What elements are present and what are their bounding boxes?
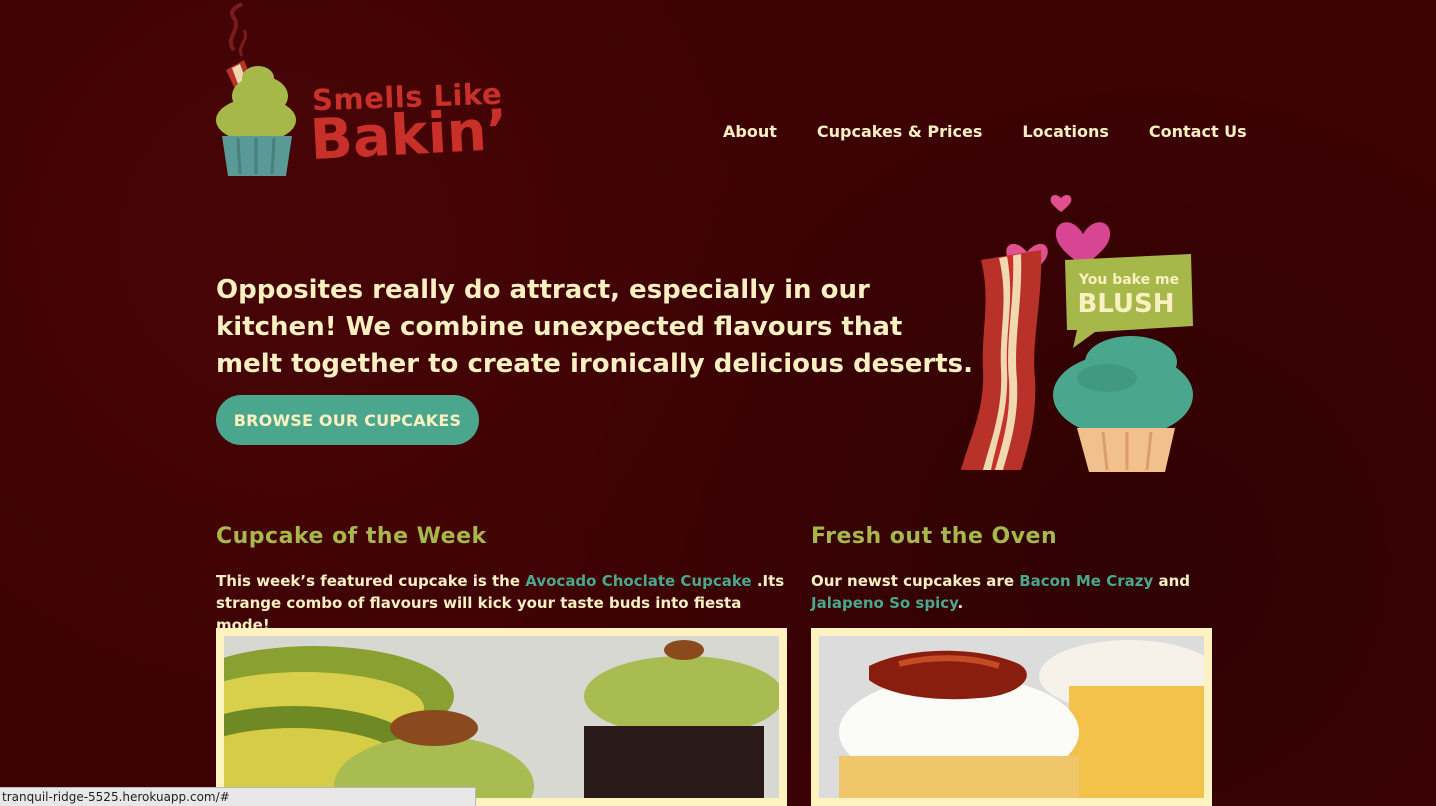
- hero-bacon-cupcake-illustration: You bake me BLUSH: [961, 195, 1193, 472]
- main-nav: About Cupcakes & Prices Locations Contac…: [723, 122, 1247, 141]
- hero-tagline: Opposites really do attract, especially …: [216, 275, 974, 379]
- bacon-me-crazy-link[interactable]: Bacon Me Crazy: [1019, 572, 1153, 590]
- fresh-photo-frame: [811, 628, 1212, 806]
- bacon-cupcake-photo: [819, 636, 1204, 798]
- fresh-out-oven-title: Fresh out the Oven: [811, 524, 1058, 549]
- week-photo-frame: [216, 628, 787, 806]
- avocado-cupcake-image: [224, 636, 779, 798]
- page: Smells Like Bakin’ About Cupcakes & Pric…: [0, 0, 1436, 806]
- logo-line-2: Bakin’: [308, 97, 510, 174]
- browser-status-url: tranquil-ridge-5525.herokuapp.com/#: [0, 787, 476, 806]
- nav-link-locations[interactable]: Locations: [1022, 122, 1109, 141]
- browse-cupcakes-button[interactable]: BROWSE OUR CUPCAKES: [216, 395, 479, 445]
- nav-link-contact-us[interactable]: Contact Us: [1149, 122, 1247, 141]
- bacon-cupcake-image: [819, 636, 1204, 798]
- badge-line-1: You bake me: [1078, 272, 1179, 288]
- fresh-text-after: .: [957, 594, 964, 612]
- avocado-cupcake-link[interactable]: Avocado Choclate Cupcake: [525, 572, 751, 590]
- nav-link-about[interactable]: About: [723, 122, 777, 141]
- badge-line-2: BLUSH: [1077, 289, 1174, 319]
- jalapeno-so-spicy-link[interactable]: Jalapeno So spicy: [811, 594, 958, 612]
- fresh-text-mid: and: [1153, 572, 1190, 590]
- heart-icon: [1050, 195, 1072, 212]
- fresh-out-oven-text: Our newst cupcakes are Bacon Me Crazy an…: [811, 570, 1211, 614]
- cupcake-of-week-title: Cupcake of the Week: [216, 524, 487, 549]
- avocado-cupcake-photo: [224, 636, 779, 798]
- week-text-before: This week’s featured cupcake is the: [216, 572, 526, 590]
- fresh-text-before: Our newst cupcakes are: [811, 572, 1020, 590]
- nav-link-cupcakes-prices[interactable]: Cupcakes & Prices: [817, 122, 983, 141]
- cupcake-of-week-text: This week’s featured cupcake is the Avoc…: [216, 570, 786, 636]
